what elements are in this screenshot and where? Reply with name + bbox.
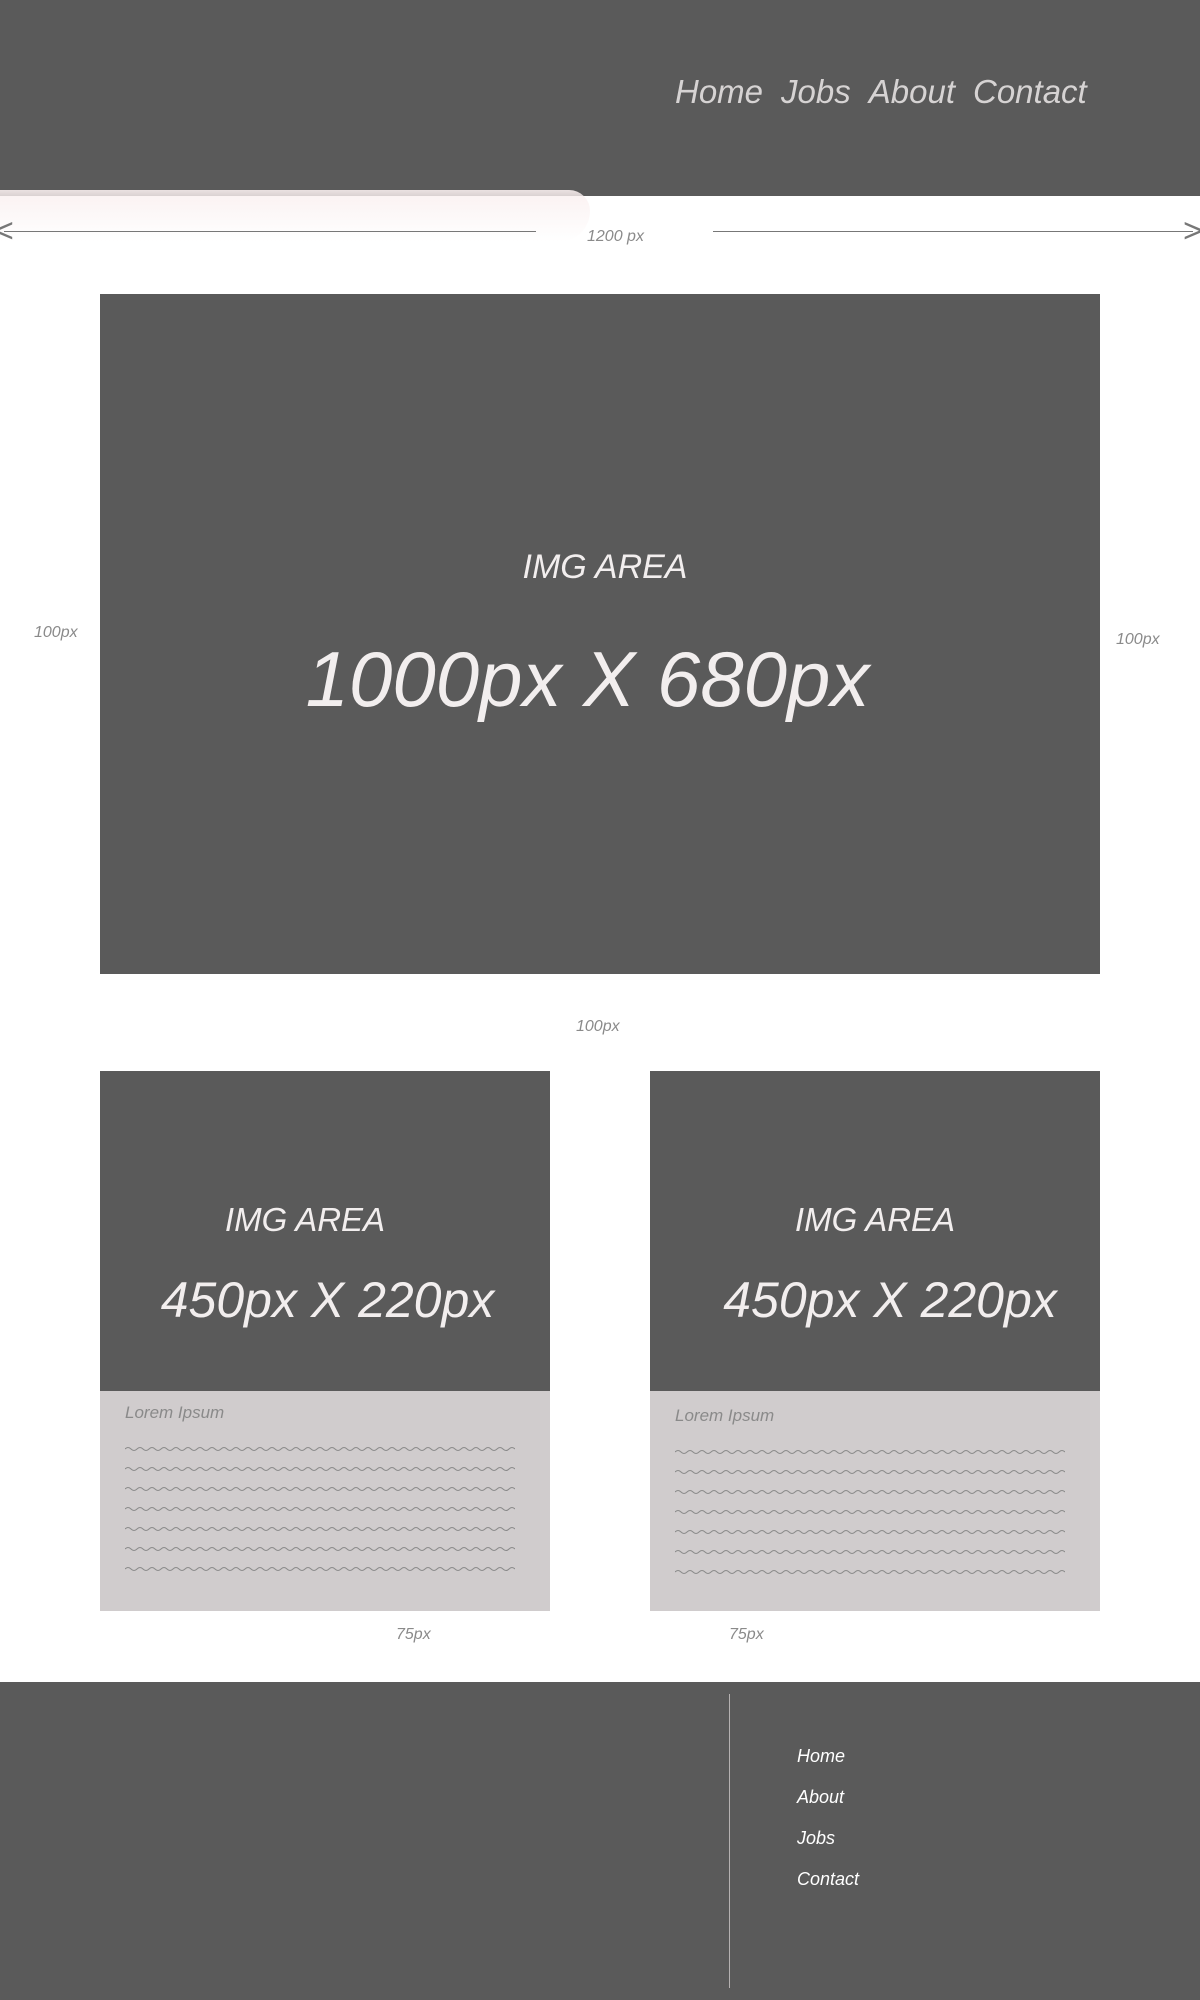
footer-nav: Home About Jobs Contact xyxy=(797,1746,859,1890)
placeholder-line xyxy=(125,1519,525,1539)
placeholder-line xyxy=(675,1502,1075,1522)
placeholder-line xyxy=(125,1439,525,1459)
placeholder-line xyxy=(125,1499,525,1519)
card-image-label: IMG AREA xyxy=(794,1201,956,1238)
placeholder-line xyxy=(125,1559,525,1579)
footer-nav-jobs[interactable]: Jobs xyxy=(797,1828,859,1849)
brush-stroke-decoration xyxy=(0,190,590,242)
card-image-size: 450px X 220px xyxy=(160,1272,495,1328)
nav-contact[interactable]: Contact xyxy=(973,73,1087,111)
card-2: IMG AREA 450px X 220px Lorem Ipsum xyxy=(650,1071,1100,1611)
main-nav: Home Jobs About Contact xyxy=(675,73,1087,111)
width-line-left xyxy=(4,231,536,232)
site-header: Home Jobs About Contact xyxy=(0,0,1200,196)
card-image-size: 450px X 220px xyxy=(723,1272,1057,1328)
page-width-label: 1200 px xyxy=(587,228,644,245)
left-margin-label: 100px xyxy=(34,624,78,641)
site-footer: Home About Jobs Contact xyxy=(0,1682,1200,2000)
right-arrow-icon: > xyxy=(1183,212,1200,250)
footer-divider xyxy=(729,1694,730,1988)
page: Home Jobs About Contact < 1200 px > 100p… xyxy=(0,0,1200,2000)
nav-about[interactable]: About xyxy=(869,73,955,111)
placeholder-line xyxy=(675,1562,1075,1582)
placeholder-text-lines xyxy=(675,1442,1075,1582)
card-image-area: IMG AREA 450px X 220px xyxy=(650,1071,1100,1391)
card-title: Lorem Ipsum xyxy=(125,1403,225,1422)
nav-jobs[interactable]: Jobs xyxy=(781,73,851,111)
card-title: Lorem Ipsum xyxy=(675,1406,775,1425)
placeholder-line xyxy=(675,1542,1075,1562)
card-body: Lorem Ipsum xyxy=(650,1391,1100,1611)
card-left-gap-label: 75px xyxy=(396,1626,431,1643)
nav-home[interactable]: Home xyxy=(675,73,763,111)
card-image-area: IMG AREA 450px X 220px xyxy=(100,1071,550,1391)
placeholder-line xyxy=(675,1482,1075,1502)
right-margin-label: 100px xyxy=(1116,631,1160,648)
width-line-right xyxy=(713,231,1193,232)
card-right-gap-label: 75px xyxy=(729,1626,764,1643)
placeholder-line xyxy=(125,1459,525,1479)
placeholder-line xyxy=(675,1522,1075,1542)
card-body: Lorem Ipsum xyxy=(100,1391,550,1611)
placeholder-text-lines xyxy=(125,1439,525,1579)
hero-label: IMG AREA xyxy=(522,548,688,586)
card-image-label: IMG AREA xyxy=(224,1201,386,1238)
footer-nav-home[interactable]: Home xyxy=(797,1746,859,1767)
placeholder-line xyxy=(675,1442,1075,1462)
hero-gap-label: 100px xyxy=(576,1018,620,1035)
placeholder-line xyxy=(675,1462,1075,1482)
hero-size: 1000px X 680px xyxy=(305,635,870,723)
hero-image-area: IMG AREA 1000px X 680px xyxy=(100,294,1100,974)
footer-nav-about[interactable]: About xyxy=(797,1787,859,1808)
footer-nav-contact[interactable]: Contact xyxy=(797,1869,859,1890)
placeholder-line xyxy=(125,1539,525,1559)
card-1: IMG AREA 450px X 220px Lorem Ipsum xyxy=(100,1071,550,1611)
placeholder-line xyxy=(125,1479,525,1499)
